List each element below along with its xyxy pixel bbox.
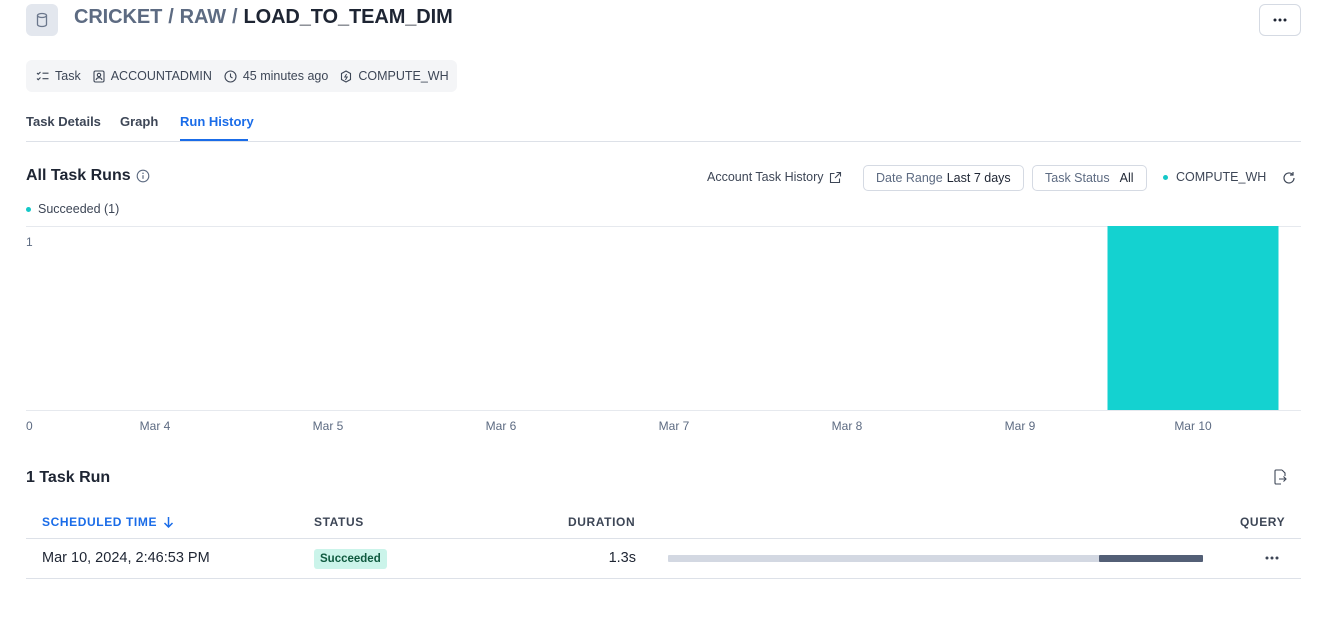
refresh-icon[interactable] xyxy=(1282,171,1296,190)
meta-modified-label: 45 minutes ago xyxy=(242,69,329,83)
meta-owner-label: ACCOUNTADMIN xyxy=(110,69,212,83)
date-range-value: Last 7 days xyxy=(946,171,1011,185)
database-icon xyxy=(26,4,58,36)
duration-bar-execution xyxy=(1099,555,1203,562)
task-runs-chart: 1 0 Mar 4 Mar 5 Mar 6 Mar 7 Mar 8 Mar 9 Mar 10 xyxy=(26,226,1301,433)
column-header-query[interactable]: QUERY xyxy=(1240,515,1285,529)
section-title: All Task Runs xyxy=(26,167,131,184)
warehouse-icon xyxy=(341,69,352,83)
tab-task-details[interactable]: Task Details xyxy=(26,114,101,129)
table-header-divider xyxy=(26,538,1301,539)
more-horizontal-icon xyxy=(1265,556,1279,560)
task-meta-bar: Task ACCOUNTADMIN 45 minutes ago COMPUTE… xyxy=(26,60,457,92)
meta-owner: ACCOUNTADMIN xyxy=(93,69,212,83)
user-badge-icon xyxy=(93,69,105,83)
runs-count-title: 1 Task Run xyxy=(26,469,111,486)
x-tick-label: Mar 7 xyxy=(659,419,690,433)
y-tick-label: 0 xyxy=(26,419,33,433)
export-icon[interactable] xyxy=(1273,469,1287,490)
meta-warehouse: COMPUTE_WH xyxy=(340,69,449,83)
task-status-label: Task Status xyxy=(1045,171,1110,185)
tab-run-history[interactable]: Run History xyxy=(180,114,254,129)
tab-bar: Task Details Graph Run History xyxy=(26,106,1301,142)
task-status-filter[interactable]: Task Status All xyxy=(1032,165,1147,191)
x-tick-label: Mar 6 xyxy=(486,419,517,433)
warehouse-label: COMPUTE_WH xyxy=(1176,170,1267,184)
clock-icon xyxy=(224,69,237,83)
breadcrumb-database[interactable]: CRICKET xyxy=(74,6,162,28)
column-header-scheduled-time-label: SCHEDULED TIME xyxy=(42,515,158,529)
x-tick-label: Mar 4 xyxy=(140,419,171,433)
column-header-duration[interactable]: DURATION xyxy=(568,515,635,529)
meta-type-label: Task xyxy=(55,69,81,83)
meta-warehouse-label: COMPUTE_WH xyxy=(358,69,449,83)
breadcrumb-separator: / xyxy=(232,6,238,28)
sort-descending-icon xyxy=(164,517,174,528)
task-status-value: All xyxy=(1119,171,1134,185)
warehouse-status-dot xyxy=(1163,174,1168,180)
legend-label-succeeded: Succeeded (1) xyxy=(38,202,120,216)
task-list-icon xyxy=(36,71,49,81)
legend-swatch-succeeded xyxy=(26,206,31,212)
cell-duration: 1.3s xyxy=(608,550,636,566)
info-icon[interactable] xyxy=(136,169,150,188)
page-title: CRICKET / RAW / LOAD_TO_TEAM_DIM xyxy=(74,6,453,29)
query-actions-button[interactable] xyxy=(1262,550,1282,566)
breadcrumb-schema[interactable]: RAW xyxy=(180,6,226,28)
table-row-divider xyxy=(26,578,1301,579)
more-actions-button[interactable] xyxy=(1259,4,1301,36)
tab-graph[interactable]: Graph xyxy=(120,114,158,129)
x-tick-label: Mar 10 xyxy=(1174,419,1212,433)
active-tab-indicator xyxy=(180,139,248,141)
date-range-label: Date Range xyxy=(876,171,943,185)
meta-type: Task xyxy=(36,69,81,83)
date-range-filter[interactable]: Date Range Last 7 days xyxy=(863,165,1024,191)
meta-modified: 45 minutes ago xyxy=(224,69,328,83)
x-tick-label: Mar 5 xyxy=(313,419,344,433)
more-horizontal-icon xyxy=(1273,18,1287,22)
warehouse-selector[interactable]: COMPUTE_WH xyxy=(1163,170,1266,184)
y-tick-label: 1 xyxy=(26,235,33,249)
duration-bar xyxy=(668,555,1203,562)
account-task-history-link[interactable]: Account Task History xyxy=(707,170,842,184)
account-task-history-label: Account Task History xyxy=(707,170,824,184)
bar-mar-10 xyxy=(1107,226,1279,410)
status-badge: Succeeded xyxy=(314,549,387,569)
external-link-icon xyxy=(830,171,842,183)
column-header-scheduled-time[interactable]: SCHEDULED TIME xyxy=(42,515,174,529)
chart-legend: Succeeded (1) xyxy=(26,202,119,216)
x-tick-label: Mar 8 xyxy=(832,419,863,433)
breadcrumb-separator: / xyxy=(168,6,174,28)
cell-scheduled-time: Mar 10, 2024, 2:46:53 PM xyxy=(42,550,210,566)
column-header-status[interactable]: STATUS xyxy=(314,515,364,529)
task-name: LOAD_TO_TEAM_DIM xyxy=(243,6,453,28)
x-tick-label: Mar 9 xyxy=(1005,419,1036,433)
